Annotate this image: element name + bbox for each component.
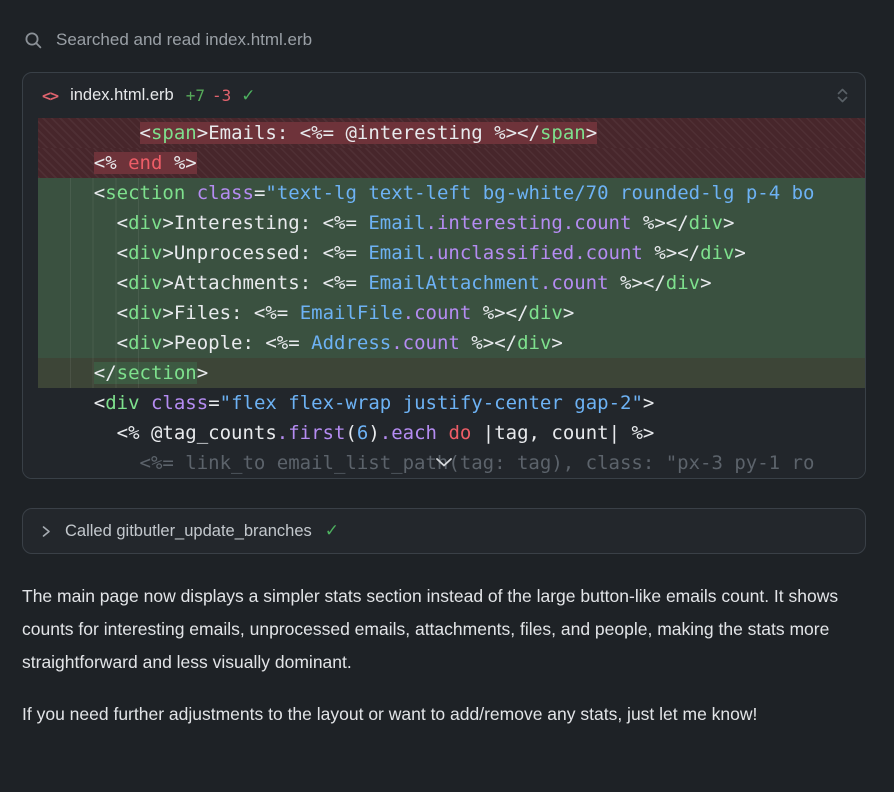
code-line: <div>People: <%= Address.count %></div> [38, 328, 865, 358]
status-header-label: Searched and read index.html.erb [56, 30, 312, 50]
assistant-paragraph-1: The main page now displays a simpler sta… [22, 580, 868, 679]
code-line: </section> [38, 358, 865, 388]
code-file-icon: <> [42, 87, 58, 105]
code-line: <div class="flex flex-wrap justify-cente… [38, 388, 865, 418]
code-line: <% end %> [38, 148, 865, 178]
diff-success-check-icon: ✓ [241, 86, 255, 106]
search-icon [24, 31, 43, 50]
code-diff-panel: <> index.html.erb +7 -3 ✓ <span>Emails: … [22, 72, 866, 479]
code-panel-header: <> index.html.erb +7 -3 ✓ [23, 73, 865, 118]
scroll-down-chevron-icon[interactable] [435, 447, 453, 477]
tool-call-row[interactable]: Called gitbutler_update_branches ✓ [22, 508, 866, 554]
code-line: <span>Emails: <%= @interesting %></span> [38, 118, 865, 148]
code-line: <div>Interesting: <%= Email.interesting.… [38, 208, 865, 238]
diff-filename: index.html.erb [70, 86, 174, 105]
code-line: <div>Files: <%= EmailFile.count %></div> [38, 298, 865, 328]
tool-call-label: Called gitbutler_update_branches [65, 522, 312, 541]
diff-code[interactable]: <span>Emails: <%= @interesting %></span>… [23, 118, 865, 478]
assistant-paragraph-2: If you need further adjustments to the l… [22, 698, 868, 731]
tool-success-check-icon: ✓ [325, 521, 339, 541]
code-line: <section class="text-lg text-left bg-whi… [38, 178, 865, 208]
diff-additions-count: +7 [186, 86, 205, 105]
status-header: Searched and read index.html.erb [24, 30, 866, 50]
code-line: <div>Attachments: <%= EmailAttachment.co… [38, 268, 865, 298]
code-line: <% @tag_counts.first(6).each do |tag, co… [38, 418, 865, 448]
diff-deletions-count: -3 [212, 86, 231, 105]
expand-collapse-icon[interactable] [836, 87, 849, 104]
chevron-right-icon [40, 525, 52, 538]
code-line: <div>Unprocessed: <%= Email.unclassified… [38, 238, 865, 268]
page-root: { "status_header": { "label": "Searched … [0, 0, 894, 792]
